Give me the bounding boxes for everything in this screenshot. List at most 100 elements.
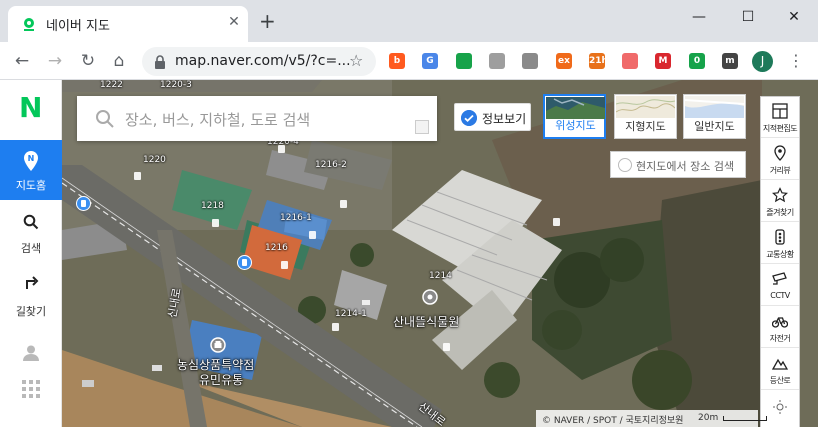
satellite-map[interactable]: 1222 1220-3 1220-4 1220 1216-2 1218 1216… <box>62 80 818 427</box>
map-pin-icon: N <box>24 151 38 171</box>
tool-hiking-trail[interactable]: 등산로 <box>761 349 799 390</box>
building-number-label: 1222 <box>100 80 123 90</box>
extension-badge-text: 0 <box>693 56 701 66</box>
sidebar-item-directions[interactable]: 길찾기 <box>0 260 62 320</box>
search-this-area-button[interactable]: 현지도에서 장소 검색 <box>610 151 746 178</box>
bus-stop-icon[interactable] <box>76 196 91 211</box>
building-number-label: 1216 <box>265 243 288 253</box>
check-icon <box>461 110 477 126</box>
tool-cctv[interactable]: CCTV <box>761 265 799 306</box>
poi-label[interactable]: 산내뜰식물원 <box>393 313 459 330</box>
tool-bicycle[interactable]: 자전거 <box>761 307 799 348</box>
profile-avatar[interactable]: J <box>752 51 773 72</box>
svg-text:N: N <box>28 154 35 163</box>
b-icon[interactable]: b <box>389 53 405 69</box>
new-tab-button[interactable]: + <box>259 11 276 31</box>
m-icon[interactable]: m <box>722 53 738 69</box>
shield-check-icon[interactable]: 0 <box>689 53 705 69</box>
info-toggle-label: 정보보기 <box>482 112 527 126</box>
building-icon <box>278 145 285 153</box>
streetview-icon <box>774 145 786 161</box>
lock-icon <box>155 55 165 69</box>
tool-label: CCTV <box>770 291 790 300</box>
map-type-label: 지형지도 <box>625 120 666 133</box>
scale-bar <box>723 416 767 421</box>
extension-badge-text: ex <box>558 56 570 66</box>
window-close-button[interactable]: ✕ <box>784 9 804 25</box>
traffic-icon <box>775 229 785 245</box>
tool-favorites[interactable]: 즐겨찾기 <box>761 181 799 222</box>
brightness-icon[interactable] <box>773 400 787 414</box>
map-search-box[interactable]: 장소, 버스, 지하철, 도로 검색 <box>77 96 437 141</box>
building-icon <box>281 261 288 269</box>
tool-cadastral[interactable]: 지적편집도 <box>761 97 799 138</box>
tool-label: 즐겨찾기 <box>766 208 794 217</box>
directions-shortcut-icon[interactable] <box>415 120 429 134</box>
bus-stop-icon[interactable] <box>237 255 252 270</box>
naver-logo[interactable]: N <box>19 94 42 122</box>
search-icon <box>23 214 39 230</box>
map-type-satellite[interactable]: 위성지도 <box>543 94 606 139</box>
building-icon <box>332 323 339 331</box>
building-icon <box>309 231 316 239</box>
building-number-label: 1220-3 <box>160 80 192 90</box>
extension-badge-text: G <box>426 56 434 66</box>
cadastral-icon <box>772 103 788 119</box>
info-toggle-button[interactable]: 정보보기 <box>454 103 531 131</box>
map-type-label: 일반지도 <box>694 120 735 133</box>
extension-badge-text: 21h <box>589 56 608 66</box>
map-type-terrain[interactable]: 지형지도 <box>614 94 677 139</box>
forward-arrow-icon[interactable]: → <box>44 50 66 72</box>
tool-label: 자전거 <box>769 334 791 343</box>
building-number-label: 1216-1 <box>280 213 312 223</box>
translate-icon[interactable]: G <box>422 53 438 69</box>
sidebar-item-search[interactable]: 검색 <box>0 200 62 260</box>
browser-tab[interactable]: 네이버 지도 ✕ <box>8 6 248 42</box>
terrain-thumbnail <box>616 96 675 118</box>
minimize-button[interactable]: — <box>689 9 709 25</box>
user-icon[interactable] <box>22 344 40 362</box>
browser-tab-strip: 네이버 지도 ✕ + — ☐ ✕ <box>0 0 818 42</box>
extension-badge-text: M <box>658 56 668 66</box>
extension-badge-text: b <box>393 56 401 66</box>
dropbox-icon[interactable] <box>522 53 538 69</box>
sidebar-item-map-home[interactable]: N 지도홈 <box>0 140 62 200</box>
asana-icon[interactable] <box>622 53 638 69</box>
tab-close-icon[interactable]: ✕ <box>226 14 242 30</box>
store-marker-icon[interactable] <box>210 337 226 353</box>
extension-badge-text: m <box>725 56 735 66</box>
address-bar[interactable]: map.naver.com/v5/?c=... ☆ <box>142 47 376 76</box>
mountain-icon <box>772 358 788 370</box>
tool-traffic[interactable]: 교통상황 <box>761 223 799 264</box>
back-arrow-icon[interactable]: ← <box>11 50 33 72</box>
building-icon <box>553 218 560 226</box>
calendar-icon[interactable]: 21h <box>589 53 608 69</box>
poi-label[interactable]: 유민유통 <box>199 371 243 388</box>
home-icon[interactable]: ⌂ <box>108 50 130 72</box>
building-number-label: 1216-2 <box>315 160 347 170</box>
map-type-general[interactable]: 일반지도 <box>683 94 746 139</box>
place-marker-icon[interactable] <box>422 289 438 305</box>
star-icon <box>772 187 788 203</box>
building-number-label: 1214-1 <box>335 309 367 319</box>
building-icon <box>443 343 450 351</box>
search-input-placeholder[interactable]: 장소, 버스, 지하철, 도로 검색 <box>125 109 310 130</box>
bookmark-star-icon[interactable]: ☆ <box>349 51 363 70</box>
tool-streetview[interactable]: 거리뷰 <box>761 139 799 180</box>
sidebar-item-label: 길찾기 <box>15 305 47 318</box>
check-circle-icon <box>618 158 632 172</box>
building-number-label: 1214 <box>429 271 452 281</box>
reload-icon[interactable]: ↻ <box>77 50 99 72</box>
cctv-icon <box>772 272 787 285</box>
maximize-button[interactable]: ☐ <box>738 9 758 25</box>
sidebar-item-label: 검색 <box>20 242 42 255</box>
search-icon <box>96 110 114 128</box>
browser-menu-icon[interactable]: ⋮ <box>788 51 804 70</box>
screenshot-icon[interactable] <box>456 53 472 69</box>
satellite-thumbnail <box>546 97 605 119</box>
map-tools-panel: 지적편집도 거리뷰 즐겨찾기 교통상황 CCTV 자전거 등산로 <box>760 96 800 427</box>
mega-icon[interactable]: M <box>655 53 671 69</box>
tag-icon[interactable] <box>489 53 505 69</box>
ex-icon[interactable]: ex <box>556 53 572 69</box>
apps-grid-icon[interactable] <box>22 380 40 398</box>
